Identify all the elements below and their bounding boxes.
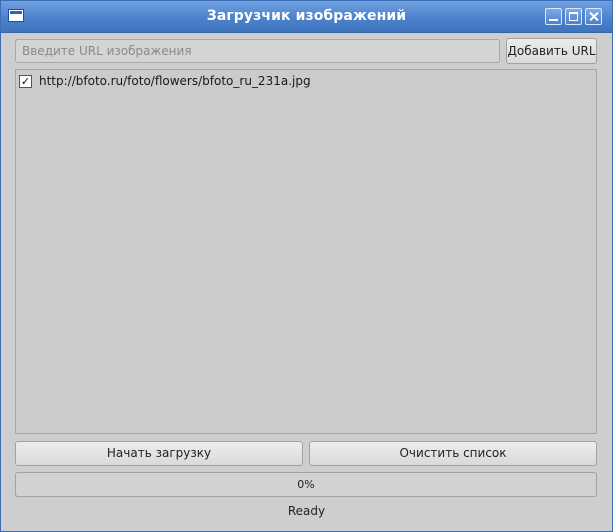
minimize-button[interactable] (545, 8, 562, 25)
main-window: Загрузчик изображений Добавить URL ✓ htt… (0, 0, 613, 532)
url-input[interactable] (15, 39, 500, 63)
status-label: Ready (287, 504, 326, 518)
window-title: Загрузчик изображений (206, 8, 407, 24)
maximize-button[interactable] (565, 8, 582, 25)
item-checkbox[interactable]: ✓ (19, 74, 32, 88)
item-url-label: http://bfoto.ru/foto/flowers/bfoto_ru_23… (39, 74, 311, 88)
title-bar[interactable]: Загрузчик изображений (1, 1, 612, 33)
clear-list-button[interactable]: Очистить список (309, 441, 597, 466)
close-button[interactable] (585, 8, 602, 25)
add-url-button[interactable]: Добавить URL (506, 38, 597, 64)
progress-bar: 0% (15, 472, 597, 497)
list-item[interactable]: ✓ http://bfoto.ru/foto/flowers/bfoto_ru_… (19, 72, 311, 90)
start-download-button[interactable]: Начать загрузку (15, 441, 303, 466)
progress-text: 0% (297, 478, 315, 491)
url-list[interactable]: ✓ http://bfoto.ru/foto/flowers/bfoto_ru_… (15, 69, 597, 434)
